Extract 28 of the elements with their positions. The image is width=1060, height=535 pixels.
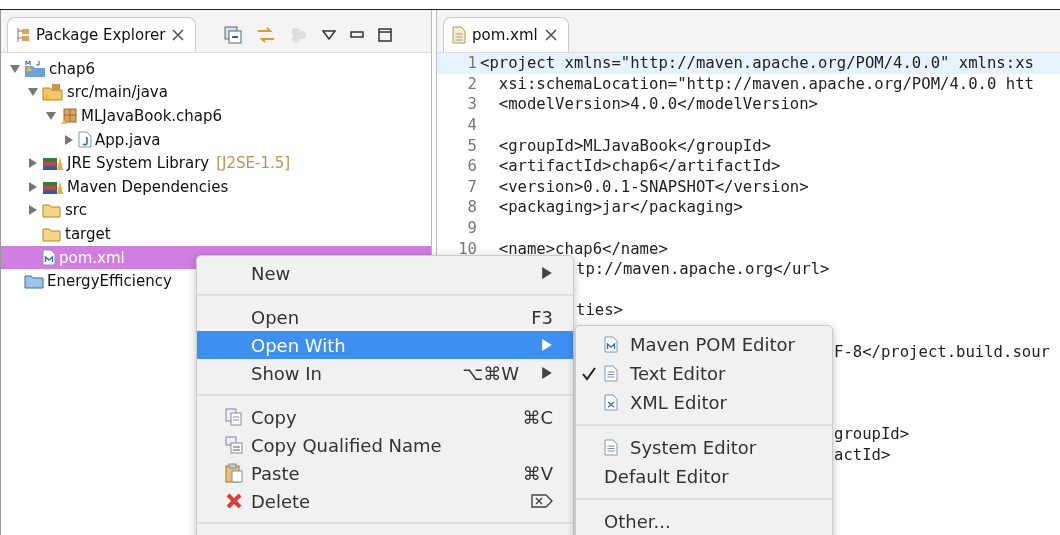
line-number: 3 bbox=[466, 95, 478, 114]
line-number: 7 bbox=[466, 177, 478, 196]
code-line: <name>chap6</name> bbox=[497, 239, 668, 258]
code-line: actId> bbox=[834, 445, 891, 464]
line-number: 8 bbox=[466, 198, 478, 217]
code-line: <version>0.0.1-SNAPSHOT</version> bbox=[497, 177, 809, 196]
code-line: <project xmlns="http://maven.apache.org/POM/4.0.0" xmlns:xs bbox=[480, 54, 1034, 73]
shortcut-label: ⌥⌘W bbox=[462, 362, 519, 384]
code-line: <groupId>MLJavaBook</groupId> bbox=[497, 136, 772, 155]
code-line: groupId> bbox=[834, 425, 910, 443]
line-number: 9 bbox=[466, 219, 478, 238]
line-number: 10 bbox=[457, 239, 478, 258]
line-number: 2 bbox=[466, 74, 478, 93]
line-number: 6 bbox=[466, 157, 478, 176]
code-line: xsi:schemaLocation="http://maven.apache.org/POM/4.0.0 htt bbox=[497, 74, 1034, 93]
code-line: <packaging>jar</packaging> bbox=[497, 198, 743, 217]
code-line: F-8</project.build.sour bbox=[834, 342, 1050, 361]
code-line: ties> bbox=[576, 301, 623, 320]
code-line: <modelVersion>4.0.0</modelVersion> bbox=[497, 95, 818, 114]
line-number: 1 bbox=[466, 54, 478, 73]
line-number: 4 bbox=[466, 116, 478, 135]
shortcut-label: F3 bbox=[531, 306, 553, 328]
shortcut-label: ⌘V bbox=[522, 462, 553, 484]
code-line: <artifactId>chap6</artifactId> bbox=[497, 157, 781, 176]
code-line: tp://maven.apache.org</url> bbox=[576, 260, 830, 279]
line-number: 5 bbox=[466, 136, 478, 155]
shortcut-label: ⌘C bbox=[522, 406, 553, 428]
library-version-label: [J2SE-1.5] bbox=[216, 154, 291, 173]
